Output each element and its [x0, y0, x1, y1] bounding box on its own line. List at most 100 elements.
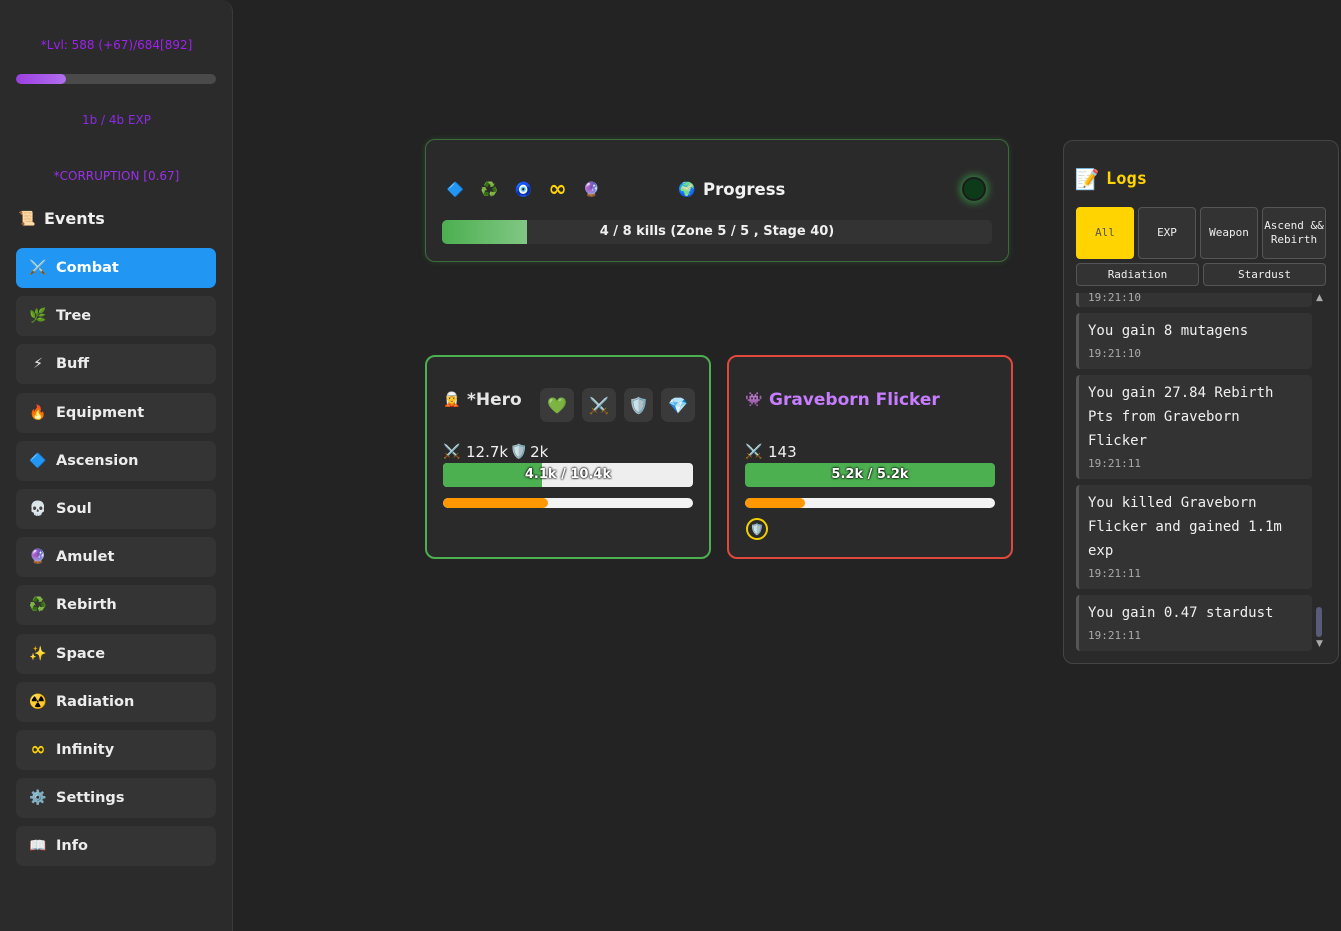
enemy-heading: 👾 Graveborn Flicker — [745, 390, 940, 410]
filter-radiation-button[interactable]: Radiation — [1076, 263, 1199, 286]
log-list[interactable]: 19:21:10 You gain 8 mutagens 19:21:10 Yo… — [1076, 293, 1312, 651]
progress-icons: 🔷 ♻️ 🧿 ∞ 🔮 — [444, 177, 603, 202]
filter-weapon-button[interactable]: Weapon — [1200, 207, 1258, 259]
nav-item-equipment[interactable]: 🔥 Equipment — [16, 392, 216, 433]
sidebar: *Lvl: 588 (+67)/684[892] 1b / 4b EXP *CO… — [0, 0, 233, 931]
xp-bar — [16, 74, 216, 84]
gem-button[interactable]: 💎 — [661, 388, 695, 422]
attack-button[interactable]: ⚔️ — [582, 388, 616, 422]
log-scrollbar[interactable]: ▲ ▼ — [1316, 293, 1324, 651]
crossed-swords-icon: ⚔️ — [589, 395, 609, 415]
heal-button[interactable]: 💚 — [540, 388, 574, 422]
log-message: You killed Graveborn Flicker and gained … — [1088, 495, 1282, 559]
hero-name: *Hero — [467, 390, 522, 410]
enemy-attack: 143 — [768, 443, 797, 461]
nav-item-radiation[interactable]: ☢️ Radiation — [16, 681, 216, 722]
nav-item-buff[interactable]: ⚡ Buff — [16, 344, 216, 385]
crossed-swords-icon: ⚔️ — [443, 444, 461, 460]
nav-label: Space — [56, 645, 106, 662]
leaf-icon: 🌿 — [29, 308, 47, 325]
heart-icon: 💚 — [547, 395, 567, 415]
nav-item-infinity[interactable]: ∞ Infinity — [16, 729, 216, 770]
nav-label: Infinity — [56, 741, 115, 758]
logs-title: Logs — [1106, 169, 1147, 189]
nav-label: Buff — [56, 356, 90, 373]
filter-exp-button[interactable]: EXP — [1138, 207, 1196, 259]
lightning-icon: ⚡ — [33, 356, 43, 373]
hero-hp-text: 4.1k / 10.4k — [524, 467, 612, 482]
nav-item-soul[interactable]: 💀 Soul — [16, 488, 216, 529]
enemy-name: Graveborn Flicker — [769, 390, 940, 410]
progress-bar: 4 / 8 kills (Zone 5 / 5 , Stage 40) — [442, 220, 992, 244]
crossed-swords-icon: ⚔️ — [745, 444, 763, 460]
level-text: *Lvl: 588 (+67)/684[892] — [40, 38, 193, 52]
log-time: 19:21:10 — [1088, 293, 1141, 304]
filter-stardust-button[interactable]: Stardust — [1203, 263, 1326, 286]
logs-panel: 📝 Logs All EXP Weapon Ascend && Rebirth … — [1063, 140, 1339, 664]
nav-item-rebirth[interactable]: ♻️ Rebirth — [16, 585, 216, 626]
hero-stats: ⚔️ 12.7k 🛡️ 2k — [443, 443, 548, 461]
enemy-shield-status: 🛡️ — [746, 518, 768, 540]
nav-label: Radiation — [56, 693, 135, 710]
infinity-icon: ∞ — [548, 177, 567, 202]
log-message: You gain 27.84 Rebirth Pts from Gravebor… — [1088, 385, 1274, 449]
crystal-ball-icon: 🔮 — [29, 549, 47, 566]
nav-item-tree[interactable]: 🌿 Tree — [16, 296, 216, 337]
nav-label: Amulet — [56, 549, 115, 566]
nav-label: Info — [56, 838, 88, 855]
nav-item-combat[interactable]: ⚔️ Combat — [16, 248, 216, 288]
nav-item-info[interactable]: 📖 Info — [16, 826, 216, 867]
hero-attack-timer-fill — [443, 498, 548, 508]
log-message: You gain 8 mutagens — [1088, 323, 1249, 339]
enemy-attack-timer — [745, 498, 995, 508]
exp-text: 1b / 4b EXP — [81, 113, 152, 127]
fire-icon: 🔥 — [29, 404, 47, 421]
log-entry: You gain 0.47 stardust 19:21:11 — [1076, 595, 1312, 651]
scrollbar-thumb[interactable] — [1316, 607, 1322, 637]
chevron-down-icon[interactable]: ▼ — [1316, 639, 1323, 649]
log-time: 19:21:11 — [1088, 567, 1141, 580]
filter-ascend-rebirth-button[interactable]: Ascend && Rebirth — [1262, 207, 1326, 259]
hero-defense: 2k — [530, 443, 549, 461]
enemy-stats: ⚔️ 143 — [745, 443, 797, 461]
shield-icon: 🛡️ — [510, 444, 528, 460]
filter-all-button[interactable]: All — [1076, 207, 1134, 259]
nav-label: Settings — [56, 790, 125, 807]
infinity-icon: ∞ — [30, 738, 46, 760]
nav-item-settings[interactable]: ⚙️ Settings — [16, 778, 216, 819]
nav-label: Combat — [56, 260, 119, 276]
nav-item-space[interactable]: ✨ Space — [16, 633, 216, 674]
crystal-ball-icon: 🔮 — [582, 181, 601, 198]
nav-menu: ⚔️ Combat 🌿 Tree ⚡ Buff 🔥 Equipment 🔷 Ascensi… — [16, 248, 216, 874]
hero-buttons: 💚 ⚔️ 🛡️ 💎 — [540, 388, 695, 422]
log-entry: You gain 8 mutagens 19:21:10 — [1076, 313, 1312, 369]
nav-label: Equipment — [56, 404, 145, 421]
hero-attack-timer — [443, 498, 693, 508]
hero-avatar-icon: 🧝 — [443, 392, 461, 408]
crossed-swords-icon: ⚔️ — [29, 260, 47, 276]
diamond-icon: 💎 — [668, 395, 688, 415]
log-filters-row2: Radiation Stardust — [1076, 263, 1326, 286]
blue-gem-icon: 🔷 — [29, 452, 47, 469]
enemy-card: 👾 Graveborn Flicker ⚔️ 143 5.2k / 5.2k 🛡… — [727, 355, 1013, 559]
globe-icon: 🌍 — [678, 181, 696, 198]
chevron-up-icon[interactable]: ▲ — [1316, 293, 1323, 303]
sparkles-icon: ✨ — [29, 645, 47, 662]
memo-icon: 📝 — [1074, 167, 1100, 191]
nav-item-ascension[interactable]: 🔷 Ascension — [16, 440, 216, 481]
nav-label: Ascension — [56, 452, 139, 469]
blue-gem-icon: 🔷 — [446, 181, 465, 198]
events-title: Events — [44, 209, 105, 228]
shield-icon: 🛡️ — [750, 522, 764, 536]
nav-label: Rebirth — [56, 597, 117, 614]
logs-heading: 📝 Logs — [1074, 167, 1147, 191]
defense-button[interactable]: 🛡️ — [624, 388, 653, 422]
log-entry: 19:21:10 — [1076, 293, 1312, 307]
recycle-icon: ♻️ — [480, 181, 499, 198]
log-time: 19:21:11 — [1088, 629, 1141, 642]
hero-hp-bar: 4.1k / 10.4k — [443, 463, 693, 487]
auto-progress-toggle[interactable] — [962, 177, 986, 201]
progress-heading: 🌍 Progress — [678, 180, 785, 199]
nav-item-amulet[interactable]: 🔮 Amulet — [16, 537, 216, 578]
shield-icon: 🛡️ — [628, 395, 649, 415]
